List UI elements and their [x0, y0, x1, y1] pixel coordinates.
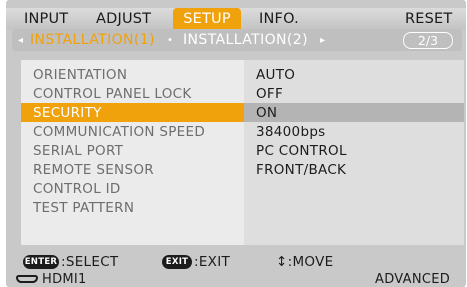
row-label: COMMUNICATION SPEED — [33, 124, 206, 140]
tab-adjust[interactable]: ADJUST — [96, 8, 151, 29]
settings-panel: ORIENTATION AUTO CONTROL PANEL LOCK OFF … — [21, 60, 464, 245]
tab-reset[interactable]: RESET — [405, 8, 452, 29]
menu-mode: ADVANCED — [375, 272, 451, 287]
row-value: ON — [256, 105, 278, 121]
exit-key-icon: EXIT — [162, 255, 192, 269]
row-label: SECURITY — [33, 105, 102, 121]
row-value: OFF — [256, 86, 284, 102]
page-indicator: 2/3 — [403, 32, 453, 49]
row-remote-sensor[interactable]: REMOTE SENSOR FRONT/BACK — [21, 160, 464, 179]
select-hint: :SELECT — [61, 254, 119, 270]
row-label: CONTROL PANEL LOCK — [33, 86, 192, 102]
row-label: TEST PATTERN — [33, 200, 135, 216]
row-value: FRONT/BACK — [256, 162, 347, 178]
tab-setup[interactable]: SETUP — [173, 8, 241, 29]
subtab-next-arrow-icon[interactable]: ▸ — [320, 29, 325, 51]
row-control-panel-lock[interactable]: CONTROL PANEL LOCK OFF — [21, 84, 464, 103]
row-label: REMOTE SENSOR — [33, 162, 154, 178]
row-label: ORIENTATION — [33, 67, 128, 83]
subtab-installation-2[interactable]: INSTALLATION(2) — [183, 29, 308, 51]
sub-tab-bar: ◂ INSTALLATION(1) • INSTALLATION(2) ▸ 2/… — [12, 29, 462, 51]
exit-hint: :EXIT — [194, 254, 231, 270]
subtab-prev-arrow-icon[interactable]: ◂ — [18, 29, 23, 51]
subtab-installation-1[interactable]: INSTALLATION(1) — [30, 29, 155, 51]
row-communication-speed[interactable]: COMMUNICATION SPEED 38400bps — [21, 122, 464, 141]
status-bar: HDMI1 ADVANCED — [6, 272, 466, 287]
current-input: HDMI1 — [42, 272, 87, 287]
row-serial-port[interactable]: SERIAL PORT PC CONTROL — [21, 141, 464, 160]
row-control-id[interactable]: CONTROL ID — [21, 179, 464, 198]
row-orientation[interactable]: ORIENTATION AUTO — [21, 65, 464, 84]
tab-input[interactable]: INPUT — [24, 8, 68, 29]
row-test-pattern[interactable]: TEST PATTERN — [21, 198, 464, 217]
enter-key-icon: ENTER — [23, 255, 59, 269]
row-label: CONTROL ID — [33, 181, 121, 197]
row-label: SERIAL PORT — [33, 143, 124, 159]
row-security[interactable]: SECURITY ON — [21, 103, 464, 122]
row-value: AUTO — [256, 67, 296, 83]
subtab-separator-icon: • — [167, 35, 174, 46]
move-hint: ↕:MOVE — [276, 254, 334, 270]
main-tab-bar: INPUT ADJUST SETUP INFO. RESET — [6, 8, 466, 29]
hdmi-connector-icon — [16, 275, 38, 283]
row-value: 38400bps — [256, 124, 326, 140]
row-value: PC CONTROL — [256, 143, 347, 159]
tab-info[interactable]: INFO. — [259, 8, 299, 29]
osd-menu: INPUT ADJUST SETUP INFO. RESET ◂ INSTALL… — [6, 0, 466, 287]
button-guide: ENTER :SELECT EXIT :EXIT ↕:MOVE — [21, 253, 464, 271]
